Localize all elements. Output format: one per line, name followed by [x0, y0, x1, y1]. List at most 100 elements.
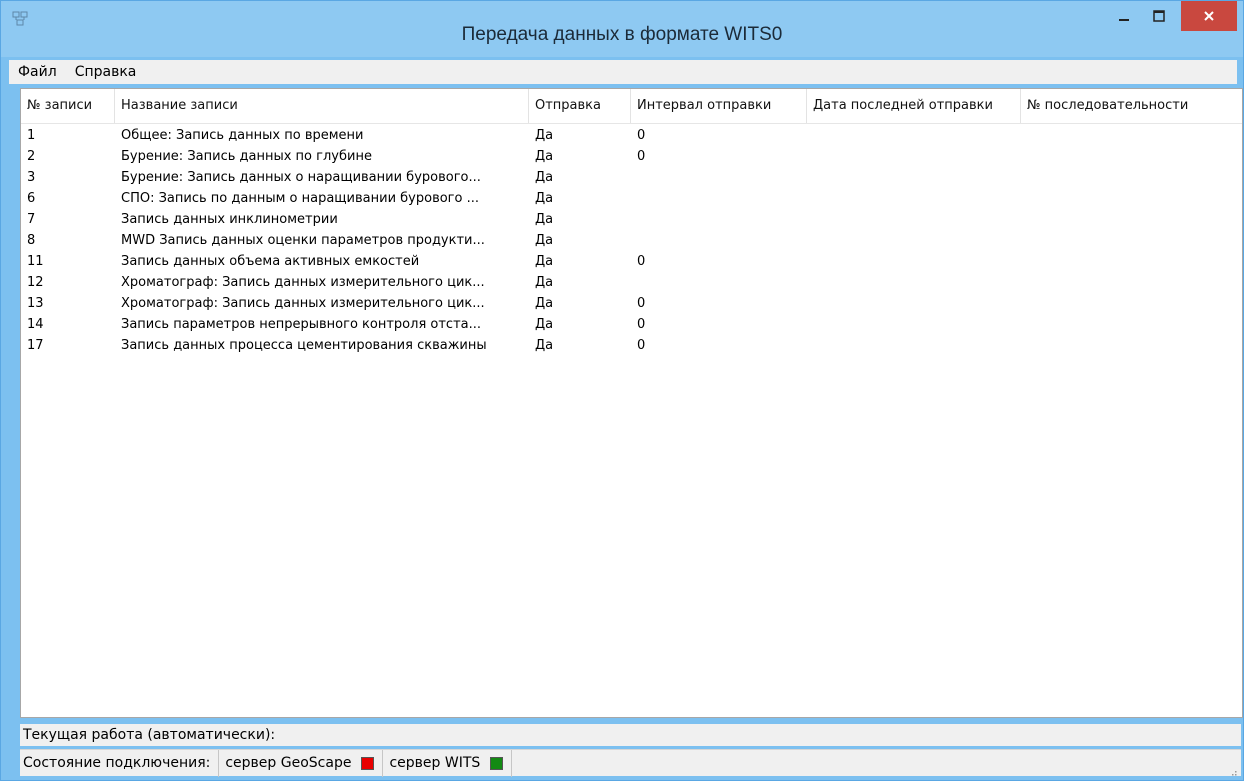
cell-name: Запись параметров непрерывного контроля …: [121, 317, 482, 332]
close-button[interactable]: [1181, 1, 1237, 31]
cell-name: Бурение: Запись данных по глубине: [121, 149, 372, 164]
cell-name: Хроматограф: Запись данных измерительног…: [121, 296, 485, 311]
wits-server-label: сервер WITS: [389, 755, 481, 771]
cell-num: 17: [27, 338, 44, 353]
cell-sequence: [1021, 335, 1242, 356]
table-row[interactable]: 14 Запись параметров непрерывного контрол…: [21, 314, 1242, 335]
cell-sequence: [1021, 272, 1242, 293]
cell-send: Да: [535, 317, 554, 332]
cell-interval: 0: [637, 254, 646, 269]
table-row[interactable]: 8 MWD Запись данных оценки параметров про…: [21, 230, 1242, 251]
cell-send: Да: [535, 233, 554, 248]
cell-interval: 0: [637, 128, 646, 143]
cell-last_date: [807, 272, 1021, 293]
cell-send: Да: [535, 170, 554, 185]
cell-send: Да: [535, 254, 554, 269]
connection-status-bar: Состояние подключения: сервер GeoScape с…: [20, 749, 1241, 777]
column-header-last-date[interactable]: Дата последней отправки: [807, 89, 1021, 123]
cell-send: Да: [535, 149, 554, 164]
cell-last_date: [807, 335, 1021, 356]
cell-interval: [631, 209, 807, 230]
cell-name: Общее: Запись данных по времени: [121, 128, 364, 143]
cell-num: 8: [27, 233, 36, 248]
cell-last_date: [807, 125, 1021, 146]
cell-interval: [631, 230, 807, 251]
cell-last_date: [807, 167, 1021, 188]
cell-sequence: [1021, 293, 1242, 314]
table-row[interactable]: 3 Бурение: Запись данных о наращивании бу…: [21, 167, 1242, 188]
cell-sequence: [1021, 167, 1242, 188]
cell-sequence: [1021, 188, 1242, 209]
records-list[interactable]: № записи Название записи Отправка Интерв…: [20, 88, 1243, 718]
cell-sequence: [1021, 314, 1242, 335]
column-header-number[interactable]: № записи: [21, 89, 115, 123]
cell-last_date: [807, 293, 1021, 314]
table-row[interactable]: 11 Запись данных объема активных емкостей…: [21, 251, 1242, 272]
cell-name: Запись данных объема активных емкостей: [121, 254, 420, 269]
cell-name: MWD Запись данных оценки параметров прод…: [121, 233, 485, 248]
cell-last_date: [807, 230, 1021, 251]
cell-name: СПО: Запись по данным о наращивании буро…: [121, 191, 479, 206]
table-body: 1 Общее: Запись данных по времени Да 0 2 Буре…: [21, 125, 1242, 356]
column-header-sequence[interactable]: № последовательности: [1021, 89, 1242, 123]
cell-sequence: [1021, 209, 1242, 230]
cell-sequence: [1021, 251, 1242, 272]
table-row[interactable]: 13 Хроматограф: Запись данных измерительн…: [21, 293, 1242, 314]
cell-interval: [631, 272, 807, 293]
table-row[interactable]: 7 Запись данных инклинометрии Да: [21, 209, 1242, 230]
cell-num: 14: [27, 317, 44, 332]
cell-send: Да: [535, 338, 554, 353]
cell-interval: 0: [637, 317, 646, 332]
cell-num: 12: [27, 275, 44, 290]
cell-interval: 0: [637, 338, 646, 353]
geoscape-server-label: сервер GeoScape: [225, 755, 352, 771]
cell-sequence: [1021, 125, 1242, 146]
cell-send: Да: [535, 212, 554, 227]
cell-name: Бурение: Запись данных о наращивании бур…: [121, 170, 481, 185]
cell-last_date: [807, 146, 1021, 167]
table-row[interactable]: 2 Бурение: Запись данных по глубине Да 0: [21, 146, 1242, 167]
maximize-button[interactable]: [1141, 1, 1177, 31]
wits-status-indicator: [490, 756, 504, 770]
wits-status: сервер WITS: [383, 749, 513, 777]
minimize-button[interactable]: [1107, 1, 1141, 31]
current-work-status: Текущая работа (автоматически):: [20, 724, 1241, 746]
menu-help[interactable]: Справка: [66, 64, 146, 80]
cell-interval: [631, 167, 807, 188]
connection-status-label: Состояние подключения:: [20, 749, 220, 777]
cell-name: Запись данных инклинометрии: [121, 212, 338, 227]
cell-num: 11: [27, 254, 44, 269]
cell-sequence: [1021, 230, 1242, 251]
menu-file[interactable]: Файл: [9, 64, 66, 80]
cell-name: Хроматограф: Запись данных измерительног…: [121, 275, 485, 290]
table-row[interactable]: 6 СПО: Запись по данным о наращивании бур…: [21, 188, 1242, 209]
cell-send: Да: [535, 296, 554, 311]
table-row[interactable]: 17 Запись данных процесса цементирования …: [21, 335, 1242, 356]
cell-send: Да: [535, 128, 554, 143]
cell-last_date: [807, 251, 1021, 272]
cell-interval: 0: [637, 149, 646, 164]
table-row[interactable]: 12 Хроматограф: Запись данных измерительн…: [21, 272, 1242, 293]
column-header-interval[interactable]: Интервал отправки: [631, 89, 807, 123]
geoscape-status: сервер GeoScape: [219, 749, 384, 777]
cell-interval: 0: [637, 296, 646, 311]
cell-num: 6: [27, 191, 36, 206]
app-window: Передача данных в формате WITS0 Файл Спр…: [0, 0, 1244, 781]
cell-num: 7: [27, 212, 36, 227]
resize-grip-icon[interactable]: [1227, 764, 1237, 776]
column-header-send[interactable]: Отправка: [529, 89, 631, 123]
geoscape-status-indicator: [361, 756, 375, 770]
title-bar[interactable]: Передача данных в формате WITS0: [1, 1, 1243, 57]
table-row[interactable]: 1 Общее: Запись данных по времени Да 0: [21, 125, 1242, 146]
cell-name: Запись данных процесса цементирования ск…: [121, 338, 487, 353]
window-title: Передача данных в формате WITS0: [461, 24, 783, 45]
cell-num: 2: [27, 149, 36, 164]
column-header-name[interactable]: Название записи: [115, 89, 529, 123]
menu-bar: Файл Справка: [9, 60, 1237, 84]
cell-last_date: [807, 209, 1021, 230]
cell-sequence: [1021, 146, 1242, 167]
cell-interval: [631, 188, 807, 209]
cell-num: 3: [27, 170, 36, 185]
column-header-row: № записи Название записи Отправка Интерв…: [21, 89, 1242, 124]
cell-last_date: [807, 314, 1021, 335]
